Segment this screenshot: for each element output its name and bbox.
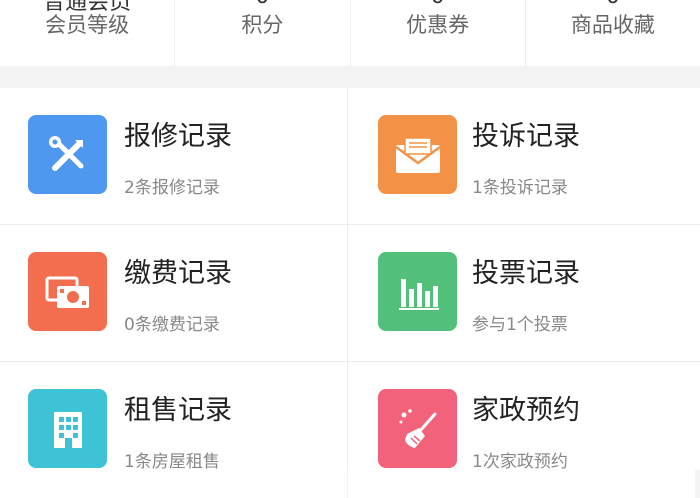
member-stats-bar: 普通会员 会员等级 0 积分 0 优惠券 0 商品收藏	[0, 0, 700, 66]
payment-records-item[interactable]: 缴费记录 0条缴费记录	[0, 225, 347, 361]
rental-records-item[interactable]: 租售记录 1条房屋租售	[0, 362, 347, 498]
housekeeping-booking-item[interactable]: 家政预约 1次家政预约	[348, 362, 695, 498]
item-subtitle: 1条投诉记录	[472, 178, 568, 198]
grid-divider	[0, 224, 700, 225]
vote-records-item[interactable]: 投票记录 参与1个投票	[348, 225, 695, 361]
item-subtitle: 1条房屋租售	[124, 452, 220, 472]
stat-value: 0	[175, 0, 349, 9]
stat-coupons[interactable]: 0 优惠券	[351, 0, 526, 66]
item-title: 缴费记录	[124, 258, 232, 289]
item-title: 报修记录	[124, 121, 232, 152]
item-subtitle: 参与1个投票	[472, 315, 568, 335]
repair-records-item[interactable]: 报修记录 2条报修记录	[0, 88, 347, 224]
stat-value: 0	[351, 0, 525, 9]
stat-favorites[interactable]: 0 商品收藏	[526, 0, 700, 66]
building-icon	[28, 389, 107, 468]
stat-points[interactable]: 0 积分	[175, 0, 351, 66]
envelope-icon	[378, 115, 457, 194]
broom-icon	[378, 389, 457, 468]
stat-label: 会员等级	[45, 13, 130, 37]
item-subtitle: 1次家政预约	[472, 452, 568, 472]
stat-label: 商品收藏	[570, 13, 655, 37]
tools-icon	[28, 115, 107, 194]
item-subtitle: 2条报修记录	[124, 178, 220, 198]
item-title: 家政预约	[472, 395, 580, 426]
stat-label: 积分	[241, 13, 284, 37]
complaint-records-item[interactable]: 投诉记录 1条投诉记录	[348, 88, 695, 224]
stat-member-level[interactable]: 普通会员 会员等级	[0, 0, 176, 66]
stat-value: 0	[526, 0, 700, 9]
item-title: 投票记录	[472, 258, 580, 289]
records-grid: 报修记录 2条报修记录 投诉记录 1条投诉记录 缴费记录 0条缴费记录 投票记录…	[0, 88, 700, 498]
grid-divider	[347, 88, 348, 470]
item-subtitle: 0条缴费记录	[124, 315, 220, 335]
item-title: 投诉记录	[472, 121, 580, 152]
bar-chart-icon	[378, 252, 457, 331]
stat-label: 优惠券	[406, 13, 470, 37]
item-title: 租售记录	[124, 395, 232, 426]
money-icon	[28, 252, 107, 331]
grid-divider	[0, 361, 700, 362]
